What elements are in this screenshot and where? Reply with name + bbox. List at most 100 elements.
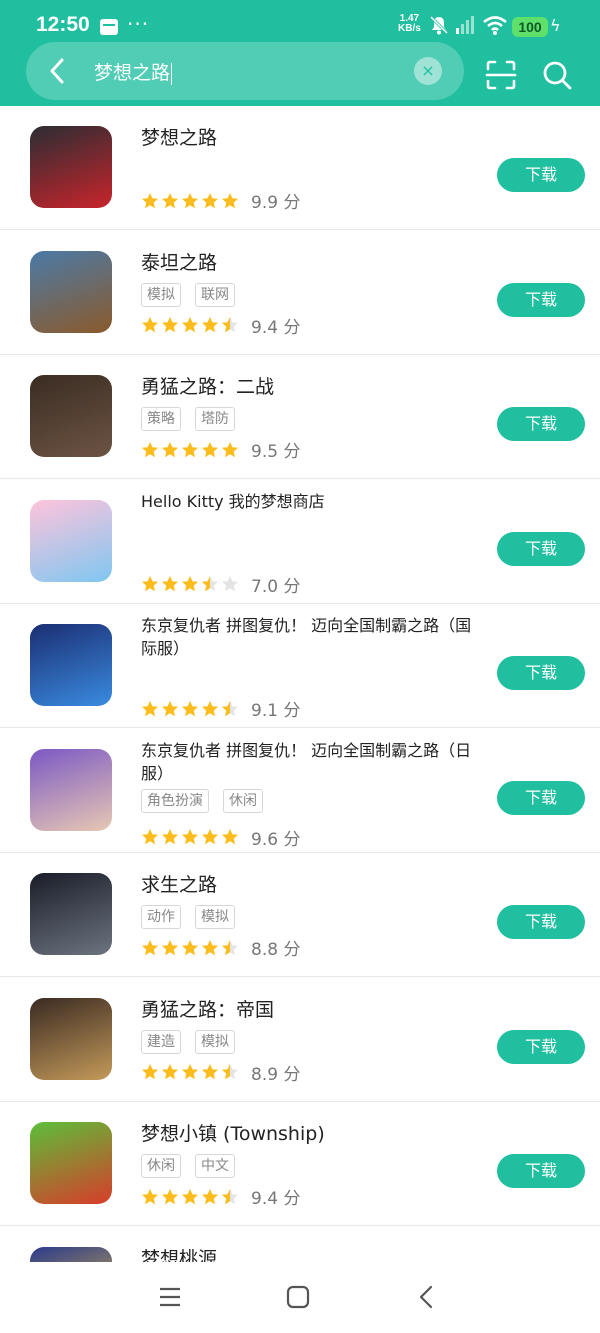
charging-icon: ϟ [550,16,561,35]
scan-icon[interactable] [484,58,518,92]
search-bar [26,42,464,100]
app-title: 勇猛之路：二战 [141,376,275,398]
star-full-icon [182,576,198,592]
search-icon[interactable] [540,58,574,92]
rating-score: 8.9 分 [251,1064,301,1085]
more-notifications-icon: ··· [127,12,150,36]
battery-indicator: 100 [512,17,548,37]
rating-score: 9.5 分 [251,442,301,462]
star-half-icon [222,1188,238,1204]
app-list-item[interactable]: 泰坦之路 模拟 联网 9.4 分 下载 [0,231,600,355]
download-button[interactable]: 下载 [497,1029,585,1064]
status-bar: 12:50 ··· 1.47 KB/s 100 ϟ [0,0,600,48]
star-full-icon [142,576,158,592]
recent-apps-icon[interactable] [158,1284,182,1310]
star-rating [141,700,239,718]
app-list-item[interactable]: 梦想桃源 [0,1227,600,1263]
star-full-icon [202,939,218,955]
download-button[interactable]: 下载 [497,158,585,192]
text-caret [171,62,173,85]
download-button[interactable]: 下载 [497,282,585,317]
download-button[interactable]: 下载 [497,905,585,939]
hello-kitty-icon[interactable] [30,499,112,582]
star-full-icon [182,1064,198,1080]
app-list-item[interactable]: 梦想之路 9.9 分 下载 [0,106,600,230]
rating-score: 9.9 分 [251,193,301,213]
soldier-icon[interactable] [30,375,112,457]
app-tags: 建造 模拟 [141,1029,235,1054]
app-list-item[interactable]: 勇猛之路：帝国 建造 模拟 8.9 分 下载 [0,978,600,1102]
app-tags: 角色扮演 休闲 [141,788,263,813]
star-rating [141,1063,239,1081]
star-rating [141,441,239,459]
app-tags: 动作 模拟 [141,905,235,929]
rating-score: 8.8 分 [251,940,301,960]
star-rating [141,939,239,957]
download-button[interactable]: 下载 [497,1154,585,1188]
app-list-item[interactable]: Hello Kitty 我的梦想商店 7.0 分 下载 [0,480,600,604]
rating-score: 9.4 分 [251,1189,301,1209]
app-list-item[interactable]: 东京复仇者 拼图复仇！ 迈向全国制霸之路（日服） 角色扮演 休闲 9.6 分 下载 [0,729,600,853]
star-full-icon [162,317,178,333]
star-half-icon [202,576,218,592]
app-list-item[interactable]: 梦想小镇 (Township) 休闲 中文 9.4 分 下载 [0,1102,600,1226]
app-title: 东京复仇者 拼图复仇！ 迈向全国制霸之路（国际服） [141,616,472,658]
app-list-item[interactable]: 求生之路动作 模拟 8.8 分 下载 [0,853,600,977]
app-tag: 动作 [141,905,181,929]
star-rating [141,575,239,593]
app-title: 求生之路 [141,874,218,896]
rating-score: 9.6 分 [251,829,301,850]
dinosaur-icon[interactable] [30,250,112,333]
star-half-icon [222,1064,238,1080]
home-icon[interactable] [286,1284,310,1310]
back-arrow-icon[interactable] [40,52,76,90]
star-full-icon [142,1064,158,1080]
system-back-icon[interactable] [414,1284,438,1310]
notification-icon [100,19,118,35]
star-full-icon [162,829,178,845]
app-list-item[interactable]: 勇猛之路：二战 策略 塔防 9.5 分 下载 [0,355,600,479]
app-list-item[interactable]: 东京复仇者 拼图复仇！ 迈向全国制霸之路（国际服） 9.1 分 下载 [0,604,600,728]
roman-warrior-icon[interactable] [30,997,112,1080]
tokyo-revengers-jp-icon[interactable] [30,748,112,831]
star-full-icon [162,441,178,457]
search-results-list[interactable]: 梦想之路 9.9 分下载 泰坦之路 模拟 联网 9.4 分下载 勇猛之路：二战 策略 塔防 9.5… [0,106,600,1262]
download-button[interactable]: 下载 [497,531,585,566]
dr-racing-icon[interactable] [30,126,112,208]
app-tag: 休闲 [141,1154,181,1178]
star-rating [141,192,239,210]
silent-mode-icon [429,15,449,35]
search-query: 梦想之路 [94,62,171,84]
app-title: 梦想小镇 (Township) [141,1123,325,1145]
star-half-icon [222,939,238,955]
dream-garden-icon[interactable] [30,1246,112,1262]
search-input[interactable]: 梦想之路 [94,58,173,85]
download-button[interactable]: 下载 [497,780,585,815]
app-tag: 塔防 [195,407,235,431]
left-to-survive-icon[interactable] [30,873,112,955]
app-tag: 模拟 [141,282,181,307]
star-rating [141,1188,239,1206]
star-full-icon [162,192,178,208]
star-full-icon [202,317,218,333]
app-tag: 模拟 [195,1029,235,1054]
network-speed-unit: KB/s [398,23,421,34]
star-full-icon [182,700,198,716]
download-button[interactable]: 下载 [497,656,585,690]
township-icon[interactable] [30,1122,112,1204]
app-tag: 策略 [141,407,181,431]
star-full-icon [202,192,218,208]
app-rating: 9.1 分 [141,696,300,721]
app-title: 梦想桃源 [141,1247,218,1263]
tokyo-revengers-icon[interactable] [30,624,112,706]
app-title: 东京复仇者 拼图复仇！ 迈向全国制霸之路（日服） [141,740,472,783]
app-rating: 8.9 分 [141,1060,300,1085]
cellular-signal-icon [456,16,474,34]
app-tags: 休闲 中文 [141,1154,235,1178]
download-button[interactable]: 下载 [497,407,585,441]
clear-search-button[interactable]: × [414,57,442,85]
app-tags: 策略 塔防 [141,407,235,431]
app-rating: 9.4 分 [141,1184,300,1209]
app-tags: 模拟 联网 [141,282,235,307]
star-half-icon [222,700,238,716]
